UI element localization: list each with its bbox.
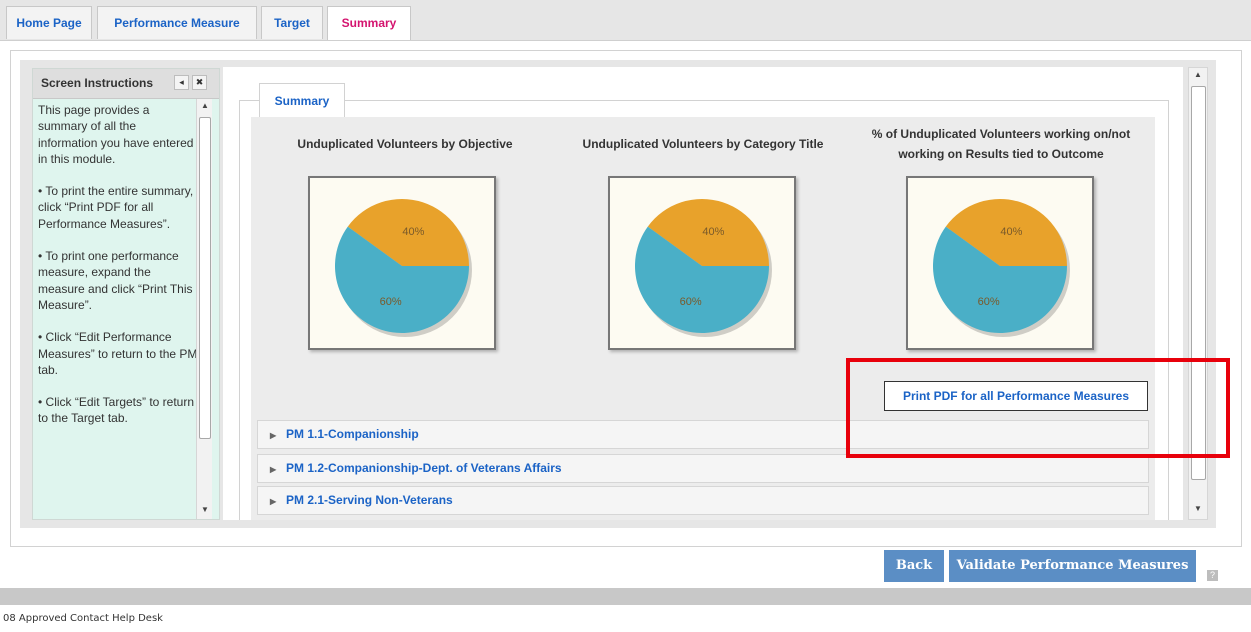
measure-label: PM 1.1-Companionship (286, 427, 419, 441)
top-tab-bar: Home Page Performance Measure Target Sum… (0, 0, 1251, 41)
pie-slice-label: 40% (1000, 226, 1022, 238)
footer-band (0, 588, 1251, 605)
instructions-scrollbar[interactable]: ▲ ▼ (196, 99, 212, 519)
measure-label: PM 1.2-Companionship-Dept. of Veterans A… (286, 461, 562, 475)
pie-slice-label: 60% (380, 296, 402, 308)
tab-performance-measure[interactable]: Performance Measure (97, 6, 257, 39)
expand-triangle-icon: ▶ (270, 497, 277, 506)
instruction-paragraph: • To print the entire summary, click “Pr… (38, 184, 194, 231)
expand-triangle-icon: ▶ (270, 465, 277, 474)
screen-instructions-panel: Screen Instructions ◂ ✖ This page provid… (32, 68, 220, 520)
pie-svg: 40% 60% (335, 199, 472, 337)
collapse-panel-icon[interactable]: ◂ (174, 75, 189, 90)
pie-slice-label: 40% (402, 226, 424, 238)
chart-title: % of Unduplicated Volunteers working on/… (871, 127, 1131, 161)
pie-slice-label: 60% (978, 296, 1000, 308)
chart-title: Unduplicated Volunteers by Objective (297, 137, 513, 151)
instructions-scroll-thumb[interactable] (199, 117, 211, 439)
pie-chart: 40% 60% (608, 176, 796, 350)
measure-row[interactable]: ▶ PM 2.1-Serving Non-Veterans (257, 486, 1149, 515)
scroll-down-arrow-icon[interactable]: ▼ (199, 505, 211, 514)
validate-performance-measures-button[interactable]: Validate Performance Measures (949, 550, 1196, 582)
back-button[interactable]: Back (884, 550, 944, 582)
measure-label: PM 2.1-Serving Non-Veterans (286, 493, 453, 507)
tab-home-page[interactable]: Home Page (6, 6, 92, 39)
tab-target[interactable]: Target (261, 6, 323, 39)
highlight-box (846, 358, 1230, 458)
summary-tab[interactable]: Summary (259, 83, 345, 117)
expand-triangle-icon: ▶ (270, 431, 277, 440)
pie-svg: 40% 60% (635, 199, 772, 337)
close-panel-icon[interactable]: ✖ (192, 75, 207, 90)
pie-chart: 40% 60% (906, 176, 1094, 350)
screen-instructions-text: This page provides a summary of all the … (38, 102, 198, 443)
instruction-paragraph: • Click “Edit Performance Measures” to r… (38, 330, 198, 377)
instruction-paragraph: • To print one performance measure, expa… (38, 249, 193, 312)
measure-row[interactable]: ▶ PM 1.2-Companionship-Dept. of Veterans … (257, 454, 1149, 483)
scroll-up-arrow-icon[interactable]: ▲ (1192, 70, 1204, 79)
pie-chart: 40% 60% (308, 176, 496, 350)
footer-text: 08 Approved Contact Help Desk (3, 613, 163, 624)
pie-slice-label: 40% (702, 226, 724, 238)
screen-instructions-header: Screen Instructions ◂ ✖ (33, 69, 219, 99)
pie-slice-label: 60% (680, 296, 702, 308)
screen-instructions-title: Screen Instructions (41, 76, 154, 90)
scroll-up-arrow-icon[interactable]: ▲ (199, 101, 211, 110)
pie-svg: 40% 60% (933, 199, 1070, 337)
tab-summary[interactable]: Summary (327, 6, 411, 40)
help-icon[interactable]: ? (1207, 570, 1218, 581)
instruction-paragraph: This page provides a summary of all the … (38, 103, 194, 166)
instruction-paragraph: • Click “Edit Targets” to return to the … (38, 395, 195, 426)
chart-title: Unduplicated Volunteers by Category Titl… (582, 137, 824, 151)
scroll-down-arrow-icon[interactable]: ▼ (1192, 504, 1204, 513)
